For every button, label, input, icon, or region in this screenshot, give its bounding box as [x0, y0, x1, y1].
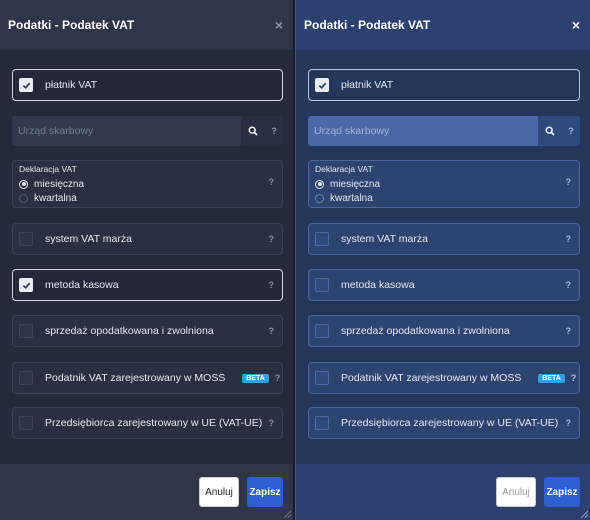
margin-vat-checkbox-row[interactable]: system VAT marża ? — [308, 223, 580, 255]
moss-checkbox[interactable] — [19, 371, 33, 385]
help-icon[interactable]: ? — [275, 373, 281, 383]
help-icon[interactable]: ? — [269, 234, 275, 244]
dialog-footer: Anuluj Zapisz — [0, 464, 293, 520]
tax-office-input[interactable] — [12, 116, 241, 146]
dialog-header: Podatki - Podatek VAT × — [0, 0, 293, 50]
vat-declaration-group: Deklaracja VAT ? miesięczna kwartalna — [308, 160, 580, 208]
cash-method-checkbox[interactable] — [315, 278, 329, 292]
search-button[interactable] — [538, 116, 562, 146]
close-icon[interactable]: × — [572, 17, 580, 33]
tax-office-field: ? — [308, 116, 580, 146]
vat-declaration-legend: Deklaracja VAT — [315, 164, 373, 174]
help-icon[interactable]: ? — [566, 280, 572, 290]
vat-declaration-legend: Deklaracja VAT — [19, 164, 77, 174]
dialog-blue-theme: Podatki - Podatek VAT × płatnik VAT ? De… — [295, 0, 590, 520]
margin-vat-label: system VAT marża — [341, 233, 428, 245]
save-button[interactable]: Zapisz — [544, 477, 580, 507]
taxed-exempt-checkbox[interactable] — [315, 324, 329, 338]
moss-label: Podatnik VAT zarejestrowany w MOSS BETA — [341, 372, 565, 384]
search-icon — [545, 126, 555, 136]
save-button[interactable]: Zapisz — [247, 477, 283, 507]
help-icon[interactable]: ? — [566, 177, 572, 187]
cancel-button[interactable]: Anuluj — [496, 477, 536, 507]
radio-quarterly-label: kwartalna — [34, 192, 77, 204]
margin-vat-checkbox[interactable] — [315, 232, 329, 246]
radio-quarterly-label: kwartalna — [330, 192, 373, 204]
dialog-body: płatnik VAT ? Deklaracja VAT ? miesięczn… — [296, 50, 590, 464]
radio-monthly-row[interactable]: miesięczna — [19, 177, 274, 191]
check-icon — [318, 82, 326, 89]
vat-declaration-group: Deklaracja VAT ? miesięczna kwartalna — [12, 160, 283, 208]
cash-method-checkbox-row[interactable]: metoda kasowa ? — [308, 269, 580, 301]
taxed-exempt-checkbox[interactable] — [19, 324, 33, 338]
taxed-exempt-checkbox-row[interactable]: sprzedaż opodatkowana i zwolniona ? — [308, 315, 580, 347]
dialog-body: płatnik VAT ? Deklaracja VAT ? miesięczn… — [0, 50, 293, 464]
radio-monthly-label: miesięczna — [330, 178, 381, 190]
radio-monthly[interactable] — [19, 179, 28, 189]
radio-monthly-row[interactable]: miesięczna — [315, 177, 571, 191]
vat-ue-checkbox-row[interactable]: Przedsiębiorca zarejestrowany w UE (VAT-… — [12, 407, 283, 439]
vat-ue-checkbox[interactable] — [315, 416, 329, 430]
taxed-exempt-label: sprzedaż opodatkowana i zwolniona — [341, 325, 510, 337]
search-button[interactable] — [241, 116, 265, 146]
vat-payer-label: płatnik VAT — [341, 79, 394, 91]
vat-payer-checkbox-row[interactable]: płatnik VAT — [12, 69, 283, 101]
help-icon[interactable]: ? — [562, 116, 580, 146]
help-icon[interactable]: ? — [566, 326, 572, 336]
dialog-title: Podatki - Podatek VAT — [8, 18, 135, 32]
beta-badge: BETA — [538, 373, 565, 383]
tax-office-input[interactable] — [308, 116, 538, 146]
help-icon[interactable]: ? — [269, 177, 275, 187]
vat-ue-checkbox-row[interactable]: Przedsiębiorca zarejestrowany w UE (VAT-… — [308, 407, 580, 439]
radio-quarterly-row[interactable]: kwartalna — [315, 191, 571, 205]
vat-ue-label: Przedsiębiorca zarejestrowany w UE (VAT-… — [341, 417, 559, 429]
dialog-header: Podatki - Podatek VAT × — [296, 0, 590, 50]
beta-badge: BETA — [242, 373, 269, 383]
help-icon[interactable]: ? — [566, 418, 572, 428]
radio-monthly[interactable] — [315, 179, 324, 189]
vat-payer-checkbox-row[interactable]: płatnik VAT — [308, 69, 580, 101]
dialog-dark-theme: Podatki - Podatek VAT × płatnik VAT ? De… — [0, 0, 293, 520]
help-icon[interactable]: ? — [566, 234, 572, 244]
cash-method-checkbox[interactable] — [19, 278, 33, 292]
moss-checkbox[interactable] — [315, 371, 329, 385]
help-icon[interactable]: ? — [269, 280, 275, 290]
vat-payer-checkbox[interactable] — [19, 78, 33, 92]
cancel-button[interactable]: Anuluj — [199, 477, 239, 507]
radio-quarterly-row[interactable]: kwartalna — [19, 191, 274, 205]
vat-ue-label: Przedsiębiorca zarejestrowany w UE (VAT-… — [45, 417, 263, 429]
tax-office-field: ? — [12, 116, 283, 146]
margin-vat-checkbox-row[interactable]: system VAT marża ? — [12, 223, 283, 255]
vat-payer-label: płatnik VAT — [45, 79, 98, 91]
dialog-title: Podatki - Podatek VAT — [304, 18, 431, 32]
vat-ue-checkbox[interactable] — [19, 416, 33, 430]
cash-method-label: metoda kasowa — [45, 279, 119, 291]
margin-vat-checkbox[interactable] — [19, 232, 33, 246]
moss-label-text: Podatnik VAT zarejestrowany w MOSS — [341, 372, 522, 384]
taxed-exempt-checkbox-row[interactable]: sprzedaż opodatkowana i zwolniona ? — [12, 315, 283, 347]
moss-checkbox-row[interactable]: Podatnik VAT zarejestrowany w MOSS BETA … — [308, 362, 580, 394]
radio-monthly-label: miesięczna — [34, 178, 85, 190]
check-icon — [22, 282, 30, 289]
help-icon[interactable]: ? — [269, 418, 275, 428]
check-icon — [22, 82, 30, 89]
margin-vat-label: system VAT marża — [45, 233, 132, 245]
taxed-exempt-label: sprzedaż opodatkowana i zwolniona — [45, 325, 214, 337]
moss-label: Podatnik VAT zarejestrowany w MOSS BETA — [45, 372, 269, 384]
help-icon[interactable]: ? — [265, 116, 283, 146]
close-icon[interactable]: × — [275, 17, 283, 33]
resize-grip-icon[interactable] — [283, 510, 291, 518]
moss-checkbox-row[interactable]: Podatnik VAT zarejestrowany w MOSS BETA … — [12, 362, 283, 394]
search-icon — [248, 126, 258, 136]
cash-method-label: metoda kasowa — [341, 279, 415, 291]
radio-quarterly[interactable] — [19, 193, 28, 203]
help-icon[interactable]: ? — [571, 373, 577, 383]
moss-label-text: Podatnik VAT zarejestrowany w MOSS — [45, 372, 226, 384]
cash-method-checkbox-row[interactable]: metoda kasowa ? — [12, 269, 283, 301]
help-icon[interactable]: ? — [269, 326, 275, 336]
dialog-footer: Anuluj Zapisz — [296, 464, 590, 520]
vat-payer-checkbox[interactable] — [315, 78, 329, 92]
radio-quarterly[interactable] — [315, 193, 324, 203]
resize-grip-icon[interactable] — [580, 510, 588, 518]
